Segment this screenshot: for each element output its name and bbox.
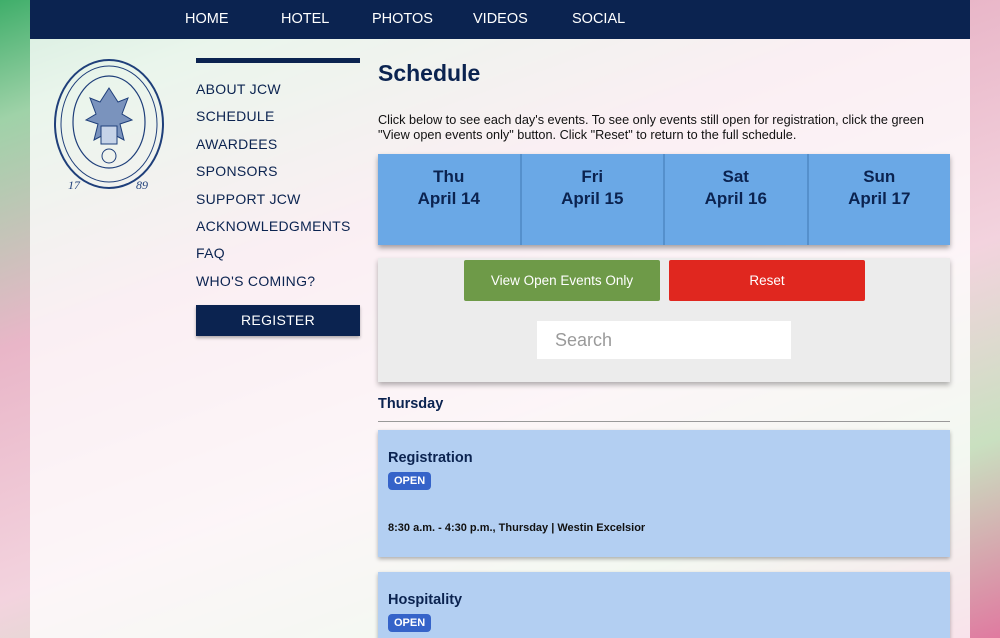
top-navigation: HOME HOTEL PHOTOS VIDEOS SOCIAL	[30, 0, 970, 39]
nav-social[interactable]: SOCIAL	[572, 11, 625, 27]
nav-home[interactable]: HOME	[185, 11, 229, 27]
day-tab-thu[interactable]: Thu April 14	[378, 154, 522, 245]
sidebar-rule	[196, 58, 360, 63]
day-tab-date: April 15	[561, 189, 624, 208]
nav-hotel[interactable]: HOTEL	[281, 11, 329, 27]
day-tab-dow: Fri	[581, 167, 604, 186]
seal-logo: 17 89	[54, 59, 164, 192]
main-content: Schedule Click below to see each day's e…	[378, 58, 951, 638]
register-button[interactable]: REGISTER	[196, 305, 360, 337]
event-title: Hospitality	[388, 592, 463, 608]
day-tab-dow: Thu	[433, 167, 465, 186]
sidebar-item-acknowledgments[interactable]: ACKNOWLEDGMENTS	[196, 217, 360, 244]
day-tab-sat[interactable]: Sat April 16	[665, 154, 809, 245]
day-tab-date: April 14	[417, 189, 480, 208]
event-meta: 8:30 a.m. - 4:30 p.m., Thursday | Westin…	[388, 522, 646, 534]
sidebar-item-about[interactable]: ABOUT JCW	[196, 80, 360, 107]
reset-button[interactable]: Reset	[669, 260, 865, 301]
day-tab-dow: Sat	[722, 167, 749, 186]
sidebar-item-support[interactable]: SUPPORT JCW	[196, 190, 360, 217]
sidebar-item-sponsors[interactable]: SPONSORS	[196, 162, 360, 189]
day-tab-sun[interactable]: Sun April 17	[809, 154, 951, 245]
day-tab-fri[interactable]: Fri April 15	[522, 154, 665, 245]
sidebar: ABOUT JCW SCHEDULE AWARDEES SPONSORS SUP…	[196, 58, 360, 337]
sidebar-item-schedule[interactable]: SCHEDULE	[196, 107, 360, 134]
status-badge: OPEN	[388, 472, 432, 490]
svg-text:89: 89	[136, 178, 148, 192]
nav-videos[interactable]: VIDEOS	[473, 11, 528, 27]
day-heading: Thursday	[378, 396, 950, 422]
sidebar-item-whos-coming[interactable]: WHO'S COMING?	[196, 272, 360, 299]
sidebar-item-faq[interactable]: FAQ	[196, 244, 360, 271]
sidebar-item-awardees[interactable]: AWARDEES	[196, 135, 360, 162]
nav-photos[interactable]: PHOTOS	[372, 11, 433, 27]
event-card[interactable]: Hospitality OPEN	[378, 572, 950, 638]
intro-text: Click below to see each day's events. To…	[378, 113, 924, 142]
filter-controls: View Open Events Only Reset	[378, 258, 950, 382]
search-input[interactable]	[537, 321, 791, 359]
day-tabs: Thu April 14 Fri April 15 Sat April 16 S…	[378, 154, 950, 245]
day-tab-date: April 16	[704, 189, 767, 208]
view-open-events-button[interactable]: View Open Events Only	[464, 260, 660, 301]
page-title: Schedule	[378, 60, 481, 86]
event-card[interactable]: Registration OPEN 8:30 a.m. - 4:30 p.m.,…	[378, 430, 950, 557]
svg-text:17: 17	[68, 178, 81, 192]
status-badge: OPEN	[388, 614, 432, 632]
day-tab-date: April 17	[848, 189, 911, 208]
event-title: Registration	[388, 450, 473, 466]
day-tab-dow: Sun	[863, 167, 896, 186]
